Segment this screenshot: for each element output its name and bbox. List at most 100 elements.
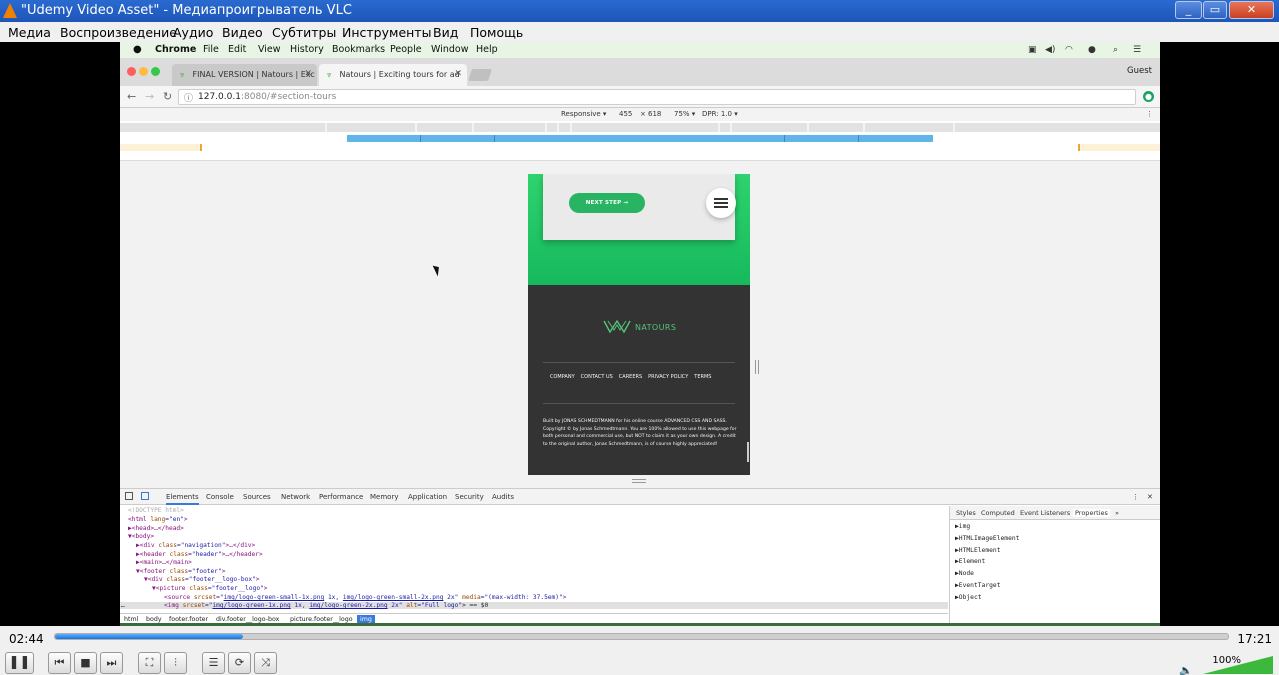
menu-playback[interactable]: Воспроизведение [60,25,177,40]
tab-final-version[interactable]: ⩔ FINAL VERSION | Natours | Exc ✕ [172,64,317,86]
stop-button[interactable]: ■ [74,652,97,674]
prop-row[interactable]: ▶Object [955,594,982,601]
minimize-window-dot[interactable] [139,67,148,76]
dom-node[interactable]: ▶<head>…</head> [128,525,184,532]
tab-network[interactable]: Network [281,493,310,501]
fullscreen-button[interactable]: ⛶ [138,652,161,674]
devtools-menu-icon[interactable]: ⋮ [1132,493,1139,501]
dom-node[interactable]: ▶<header class="header">…</header> [136,551,263,558]
viewport-resize-handle-right[interactable] [755,360,759,374]
prop-row[interactable]: ▶Element [955,558,985,565]
cast-icon[interactable]: ▣ [1028,45,1037,55]
seek-bar[interactable] [54,633,1229,640]
prop-row[interactable]: ▶HTMLImageElement [955,535,1019,542]
dom-node[interactable]: ▶<main>…</main> [136,559,192,566]
dom-node[interactable]: ▶<div class="navigation">…</div> [136,542,255,549]
tab-application[interactable]: Application [408,493,447,501]
address-bar[interactable]: ⓘ 127.0.0.1:8080/#section-tours [178,89,1136,105]
mac-menu-bookmarks[interactable]: Bookmarks [332,44,385,55]
devtools-close-icon[interactable]: ✕ [1147,493,1153,501]
wifi-icon[interactable]: ◠ [1065,45,1073,55]
next-step-button[interactable]: NEXT STEP → [569,193,645,213]
elements-tree[interactable]: <!DOCTYPE html> <html lang="en"> ▶<head>… [120,506,948,612]
tab-close-icon[interactable]: ✕ [454,69,462,79]
tab-elements[interactable]: Elements [166,493,199,505]
emulated-page[interactable]: NEXT STEP → NATOURS COMPANY CONTACT US CAR… [528,174,750,475]
dom-node[interactable]: ▼<picture class="footer__logo"> [152,585,268,592]
page-scrollbar[interactable] [747,442,749,462]
loop-button[interactable]: ⟳ [228,652,251,674]
hamburger-menu-button[interactable] [706,188,736,218]
close-window-dot[interactable] [127,67,136,76]
more-tabs-icon[interactable]: » [1115,509,1119,517]
footer-link-company[interactable]: COMPANY [550,374,575,380]
mac-menu-history[interactable]: History [290,44,324,55]
footer-link-privacy[interactable]: PRIVACY POLICY [648,374,688,380]
dom-node[interactable]: <!DOCTYPE html> [128,507,184,514]
prop-row[interactable]: ▶img [955,523,970,530]
tab-sources[interactable]: Sources [243,493,271,501]
responsive-dropdown[interactable]: Responsive ▾ [561,110,606,118]
extension-icon[interactable]: ● [1143,91,1154,102]
info-icon[interactable]: ⓘ [184,91,193,104]
close-button[interactable]: ✕ [1229,1,1274,19]
dpr-dropdown[interactable]: DPR: 1.0 ▾ [702,110,738,118]
pause-button[interactable]: ❚❚ [5,652,34,674]
video-frame[interactable]: ● Chrome File Edit View History Bookmark… [0,42,1279,626]
minimize-button[interactable]: _ [1175,1,1202,19]
volume-slider[interactable] [1203,656,1273,674]
mac-menu-view[interactable]: View [258,44,281,55]
speaker-icon[interactable]: 🔈 [1179,664,1193,675]
crumb-logo-box[interactable]: div.footer__logo-box [216,616,279,623]
previous-button[interactable]: ⏮ [48,652,71,674]
tab-audits[interactable]: Audits [492,493,514,501]
new-tab-button[interactable] [468,69,492,81]
tab-natours[interactable]: ⩔ Natours | Exciting tours for ad ✕ [319,64,467,86]
mac-menu-file[interactable]: File [203,44,219,55]
mac-menu-help[interactable]: Help [476,44,498,55]
zoom-window-dot[interactable] [151,67,160,76]
mac-menu-people[interactable]: People [390,44,422,55]
device-toggle-icon[interactable] [141,492,149,500]
mac-menu-window[interactable]: Window [431,44,468,55]
zoom-dropdown[interactable]: 75% ▾ [674,110,695,118]
footer-link-terms[interactable]: TERMS [694,374,711,380]
crumb-footer[interactable]: footer.footer [169,616,208,623]
tab-styles[interactable]: Styles [956,509,976,517]
footer-link-careers[interactable]: CAREERS [619,374,642,380]
url-text[interactable]: 127.0.0.1:8080/#section-tours [198,92,336,102]
viewport-height[interactable]: 618 [648,110,661,118]
menu-tools[interactable]: Инструменты [342,25,431,40]
inspect-element-icon[interactable] [125,492,133,500]
crumb-html[interactable]: html [124,616,138,623]
dom-node-selected[interactable]: … <img srcset="img/logo-green-1x.png 1x, … [120,602,948,609]
shuffle-button[interactable]: ⤨ [254,652,277,674]
tab-event-listeners[interactable]: Event Listeners [1020,509,1070,517]
guest-profile[interactable]: Guest [1127,66,1152,76]
user-icon[interactable]: ● [1088,45,1096,55]
viewport-resize-handle-bottom[interactable] [632,479,646,483]
tab-performance[interactable]: Performance [319,493,363,501]
dom-node[interactable]: ▼<footer class="footer"> [136,568,225,575]
dom-node[interactable]: ▼<div class="footer__logo-box"> [144,576,260,583]
crumb-body[interactable]: body [146,616,162,623]
menu-subtitles[interactable]: Субтитры [272,25,336,40]
menu-view[interactable]: Вид [433,25,458,40]
dom-node[interactable]: ▼<body> [128,533,154,540]
menu-help[interactable]: Помощь [470,25,523,40]
tab-security[interactable]: Security [455,493,484,501]
crumb-picture[interactable]: picture.footer__logo [290,616,353,623]
media-query-bar[interactable] [120,123,1160,132]
media-query-range-bar[interactable] [347,135,933,142]
playlist-button[interactable]: ☰ [202,652,225,674]
viewport-width[interactable]: 455 [619,110,632,118]
dom-node[interactable]: <html lang="en"> [128,516,188,523]
menu-media[interactable]: Медиа [8,25,51,40]
reload-icon[interactable]: ↻ [163,90,172,103]
list-icon[interactable]: ☰ [1133,45,1141,55]
dom-node[interactable]: <source srcset="img/logo-green-small-1x.… [164,594,566,601]
mac-menu-chrome[interactable]: Chrome [155,44,196,55]
extended-settings-button[interactable]: ⫶ [164,652,187,674]
total-time[interactable]: 17:21 [1237,632,1272,646]
menu-audio[interactable]: Аудио [173,25,213,40]
